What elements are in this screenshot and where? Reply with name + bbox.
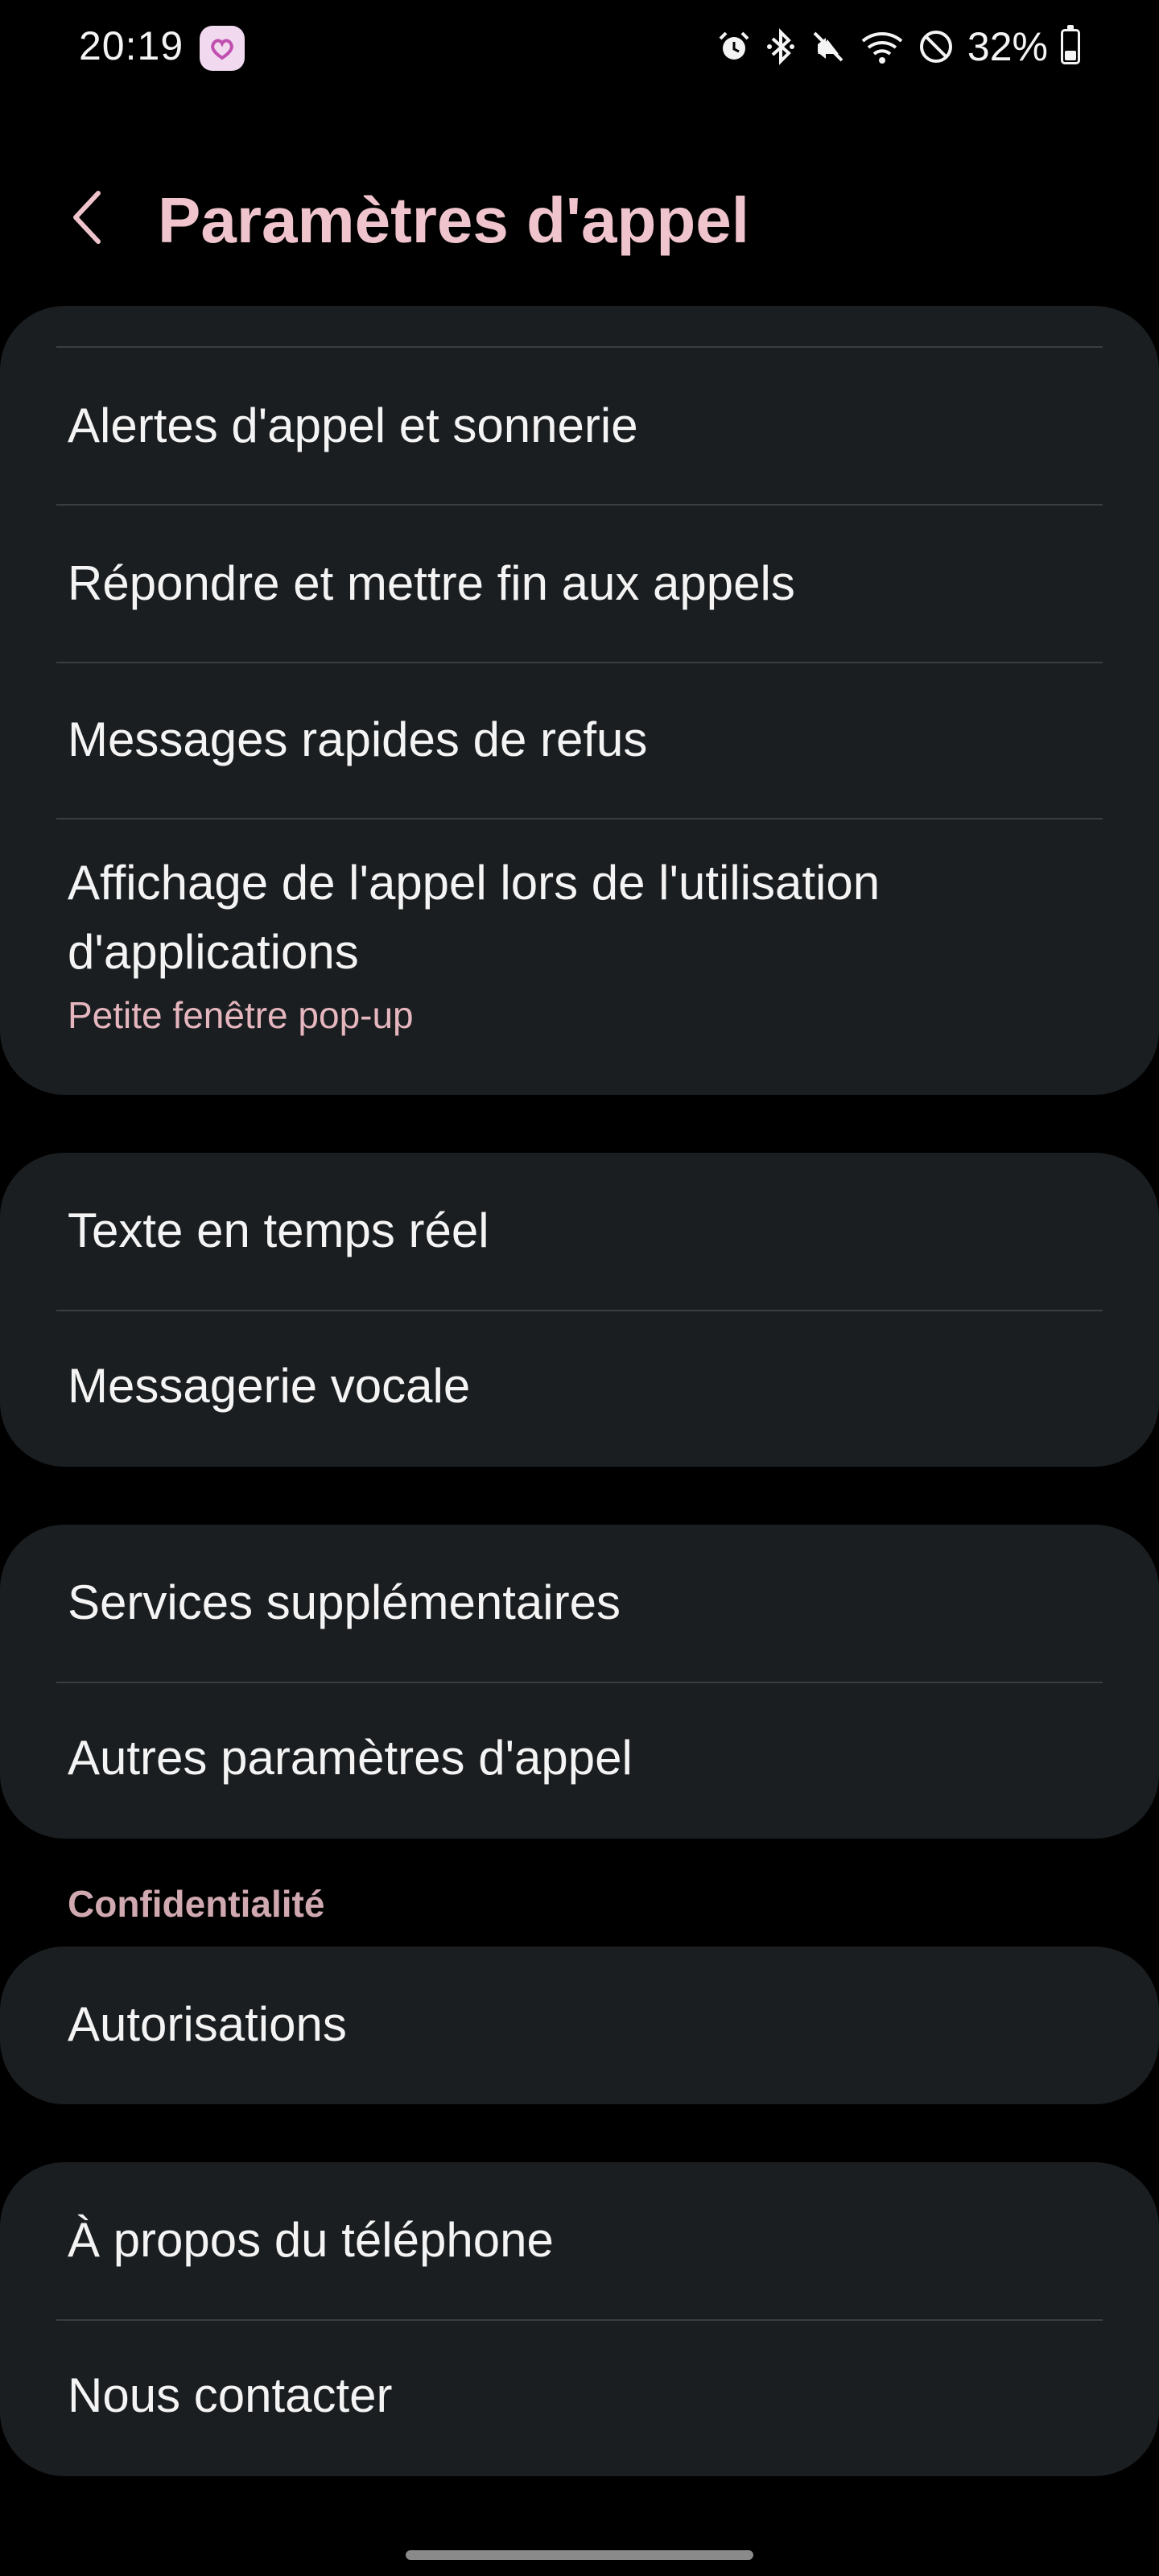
list-item-answer-end-calls[interactable]: Répondre et mettre fin aux appels — [0, 506, 1159, 662]
list-item-label: Répondre et mettre fin aux appels — [68, 556, 795, 610]
list-item-call-alerts[interactable]: Alertes d'appel et sonnerie — [0, 348, 1159, 504]
list-item-permissions[interactable]: Autorisations — [0, 1946, 1159, 2104]
rtt-voicemail-card: Texte en temps réel Messagerie vocale — [0, 1153, 1159, 1467]
back-button[interactable] — [56, 185, 121, 250]
alarm-icon — [719, 31, 749, 60]
list-item-real-time-text[interactable]: Texte en temps réel — [0, 1153, 1159, 1310]
about-card: À propos du téléphone Nous contacter — [0, 2162, 1159, 2476]
chevron-left-icon — [73, 191, 101, 244]
list-item-label: Services supplémentaires — [68, 1575, 621, 1629]
battery-percentage: 32% — [967, 24, 1048, 69]
section-header-privacy: Confidentialité — [68, 1883, 325, 1925]
app-notification-icon — [200, 26, 245, 71]
battery-icon — [1061, 25, 1080, 64]
call-settings-card: Alertes d'appel et sonnerie Répondre et … — [0, 306, 1159, 1095]
list-item-supplementary-services[interactable]: Services supplémentaires — [0, 1525, 1159, 1682]
bluetooth-icon — [766, 28, 794, 65]
home-indicator[interactable] — [406, 2550, 753, 2560]
battery-level — [1065, 50, 1076, 60]
status-bar: 20:19 32% — [0, 0, 1159, 97]
status-icons: 32% — [716, 23, 1080, 71]
list-item-label: Autres paramètres d'appel — [68, 1731, 633, 1785]
list-item-label: Alertes d'appel et sonnerie — [68, 398, 638, 452]
do-not-disturb-icon — [919, 31, 952, 63]
list-item-contact-us[interactable]: Nous contacter — [0, 2321, 1159, 2476]
list-item-value: Petite fenêtre pop-up — [68, 994, 414, 1036]
app-bar: Paramètres d'appel — [0, 153, 1159, 282]
list-item-label: Affichage de l'appel lors de l'utilisati… — [68, 856, 881, 910]
list-item-label: Texte en temps réel — [68, 1203, 489, 1257]
page-title: Paramètres d'appel — [158, 184, 749, 256]
services-card: Services supplémentaires Autres paramètr… — [0, 1525, 1159, 1839]
list-item-label: À propos du téléphone — [68, 2213, 554, 2267]
mute-icon — [813, 31, 843, 62]
list-item-label: Messagerie vocale — [68, 1359, 471, 1413]
privacy-card: Autorisations — [0, 1946, 1159, 2104]
list-item-quick-decline-messages[interactable]: Messages rapides de refus — [0, 663, 1159, 818]
list-item-label-continued: d'applications — [68, 925, 359, 979]
list-item-call-display-while-using-apps[interactable]: Affichage de l'appel lors de l'utilisati… — [0, 819, 1159, 1095]
list-item-label: Messages rapides de refus — [68, 712, 648, 766]
list-item-other-call-settings[interactable]: Autres paramètres d'appel — [0, 1683, 1159, 1839]
list-item-about-phone[interactable]: À propos du téléphone — [0, 2162, 1159, 2319]
list-item-voicemail[interactable]: Messagerie vocale — [0, 1311, 1159, 1467]
wifi-icon — [861, 32, 903, 64]
status-time: 20:19 — [79, 23, 184, 68]
list-item-label: Nous contacter — [68, 2368, 393, 2422]
list-item-label: Autorisations — [68, 1997, 347, 2051]
